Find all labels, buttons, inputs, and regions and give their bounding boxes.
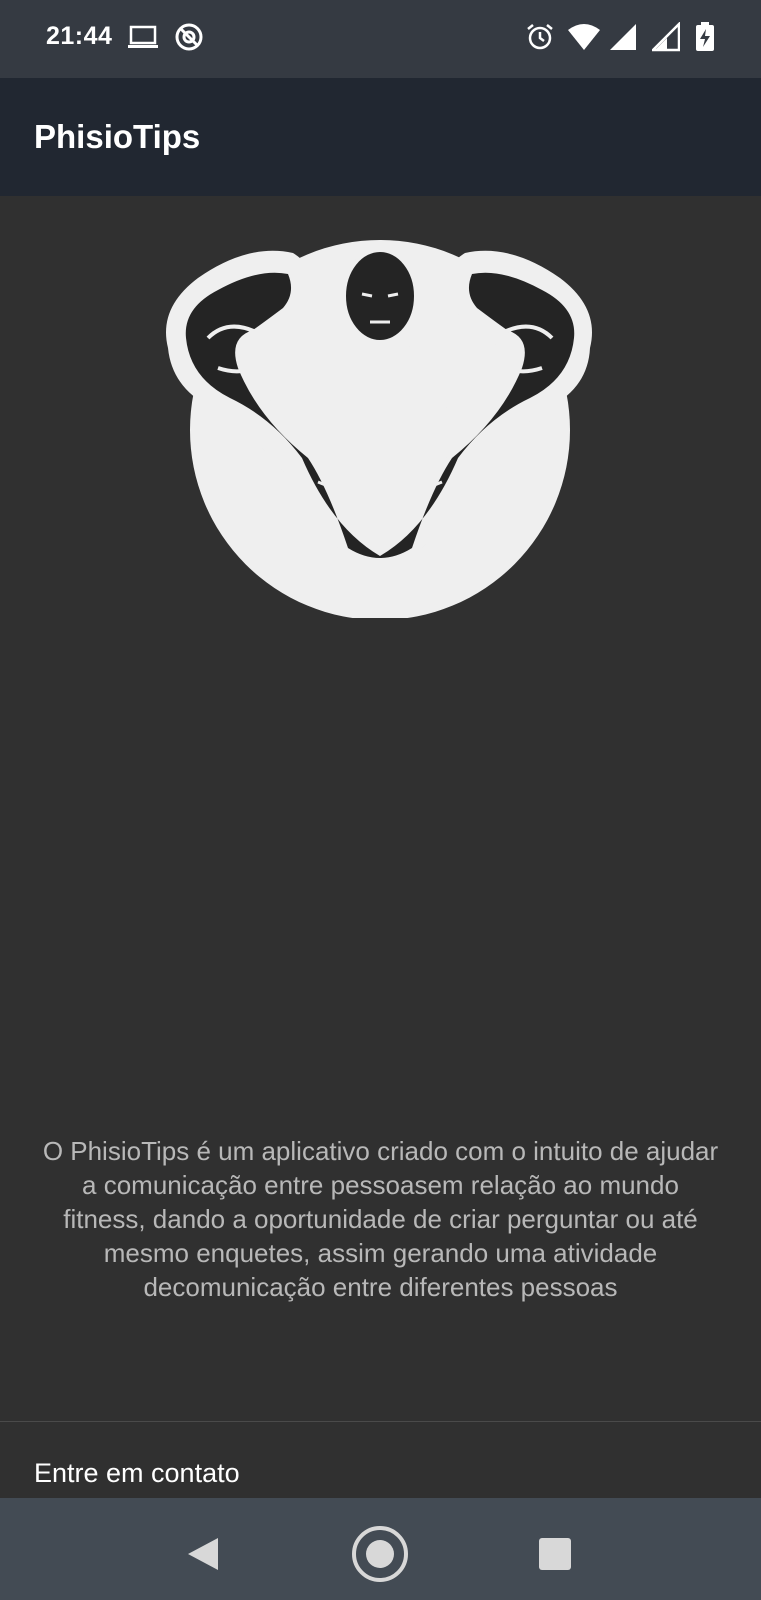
back-icon	[188, 1538, 218, 1570]
laptop-icon	[127, 22, 159, 57]
contact-label: Entre em contato	[34, 1458, 240, 1488]
recents-button[interactable]	[525, 1524, 585, 1584]
signal-icon	[649, 20, 681, 57]
recents-icon	[539, 1538, 571, 1570]
contact-button[interactable]: Entre em contato	[0, 1422, 761, 1498]
about-content: O PhisioTips é um aplicativo criado com …	[0, 196, 761, 1498]
navigation-bar	[0, 1498, 761, 1600]
back-button[interactable]	[174, 1524, 234, 1584]
app-title: PhisioTips	[34, 118, 201, 155]
status-bar: 21:44	[0, 0, 761, 78]
home-icon	[352, 1526, 408, 1582]
signal-icon	[609, 22, 637, 57]
alarm-icon	[525, 22, 555, 57]
status-time: 21:44	[46, 22, 113, 50]
do-not-disturb-icon	[174, 22, 204, 57]
wifi-icon	[567, 22, 601, 57]
app-bar: PhisioTips	[0, 78, 761, 196]
battery-charging-icon	[695, 22, 715, 57]
app-description: O PhisioTips é um aplicativo criado com …	[42, 1136, 719, 1302]
bodybuilder-logo-icon	[158, 238, 604, 623]
home-button[interactable]	[350, 1524, 410, 1584]
